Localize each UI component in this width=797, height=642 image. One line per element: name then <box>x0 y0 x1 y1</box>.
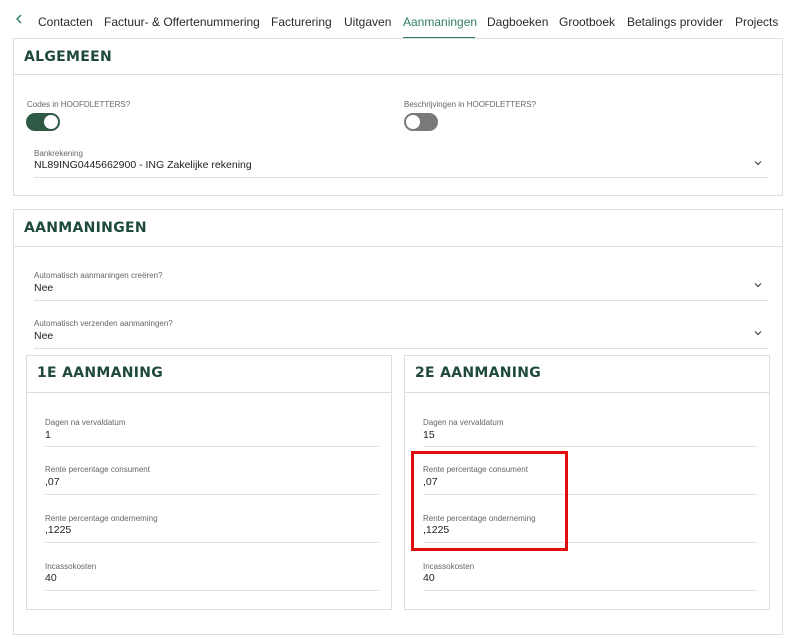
toggle-knob <box>44 115 58 129</box>
rente-onderneming-label: Rente percentage onderneming <box>45 514 158 523</box>
aanmaningen-card-header: AANMANINGEN <box>14 210 782 247</box>
auto-send-value: Nee <box>34 330 54 342</box>
field-divider <box>45 446 379 447</box>
field-divider <box>45 542 379 543</box>
tab-factuur-offertenummering[interactable]: Factuur- & Offertenummering <box>104 15 260 29</box>
tab-projects[interactable]: Projects <box>735 15 778 29</box>
beschrijvingen-hoofdletters-toggle[interactable] <box>404 113 438 131</box>
algemeen-title: ALGEMEEN <box>24 49 112 65</box>
bankrekening-value: NL89ING0445662900 - ING Zakelijke rekeni… <box>34 159 252 171</box>
first-reminder-card: 1E AANMANING Dagen na vervaldatum 1 Rent… <box>26 355 392 610</box>
tab-betalings-provider[interactable]: Betalings provider <box>627 15 723 29</box>
rente-onderneming-input[interactable]: ,1225 <box>45 524 71 536</box>
auto-send-label: Automatisch verzenden aanmaningen? <box>34 319 173 328</box>
dagen-input[interactable]: 15 <box>423 429 435 441</box>
settings-tab-bar: Contacten Factuur- & Offertenummering Fa… <box>0 0 797 40</box>
algemeen-card-header: ALGEMEEN <box>14 39 782 75</box>
highlight-box <box>411 451 568 551</box>
incasso-input[interactable]: 40 <box>45 572 57 584</box>
rente-consument-label: Rente percentage consument <box>45 465 150 474</box>
tab-uitgaven[interactable]: Uitgaven <box>344 15 391 29</box>
field-divider <box>34 348 769 349</box>
dagen-input[interactable]: 1 <box>45 429 51 441</box>
field-divider <box>45 590 379 591</box>
back-chevron-icon[interactable] <box>14 12 28 28</box>
incasso-input[interactable]: 40 <box>423 572 435 584</box>
tab-facturering[interactable]: Facturering <box>271 15 332 29</box>
rente-consument-input[interactable]: ,07 <box>45 476 60 488</box>
field-divider <box>423 590 757 591</box>
tab-dagboeken[interactable]: Dagboeken <box>487 15 548 29</box>
field-divider <box>45 494 379 495</box>
field-divider <box>34 177 769 178</box>
field-divider <box>423 446 757 447</box>
codes-hoofdletters-toggle[interactable] <box>26 113 60 131</box>
first-reminder-title: 1E AANMANING <box>37 365 164 381</box>
auto-create-value: Nee <box>34 282 54 294</box>
chevron-down-icon[interactable] <box>753 155 763 166</box>
bankrekening-label: Bankrekening <box>34 149 83 158</box>
chevron-down-icon[interactable] <box>753 325 763 336</box>
codes-hoofdletters-label: Codes in HOOFDLETTERS? <box>27 100 131 109</box>
tab-aanmaningen[interactable]: Aanmaningen <box>403 15 477 29</box>
aanmaningen-title: AANMANINGEN <box>24 220 147 236</box>
incasso-label: Incassokosten <box>45 562 97 571</box>
tab-contacten[interactable]: Contacten <box>38 15 93 29</box>
first-reminder-header: 1E AANMANING <box>27 356 391 393</box>
field-divider <box>34 300 769 301</box>
second-reminder-title: 2E AANMANING <box>415 365 542 381</box>
beschrijvingen-hoofdletters-label: Beschrijvingen in HOOFDLETTERS? <box>404 100 537 109</box>
incasso-label: Incassokosten <box>423 562 475 571</box>
second-reminder-header: 2E AANMANING <box>405 356 769 393</box>
dagen-label: Dagen na vervaldatum <box>45 418 126 427</box>
auto-create-label: Automatisch aanmaningen creëren? <box>34 271 163 280</box>
dagen-label: Dagen na vervaldatum <box>423 418 504 427</box>
chevron-down-icon[interactable] <box>753 277 763 288</box>
tab-grootboek[interactable]: Grootboek <box>559 15 615 29</box>
toggle-knob <box>406 115 420 129</box>
algemeen-card: ALGEMEEN Codes in HOOFDLETTERS? Beschrij… <box>13 38 783 196</box>
